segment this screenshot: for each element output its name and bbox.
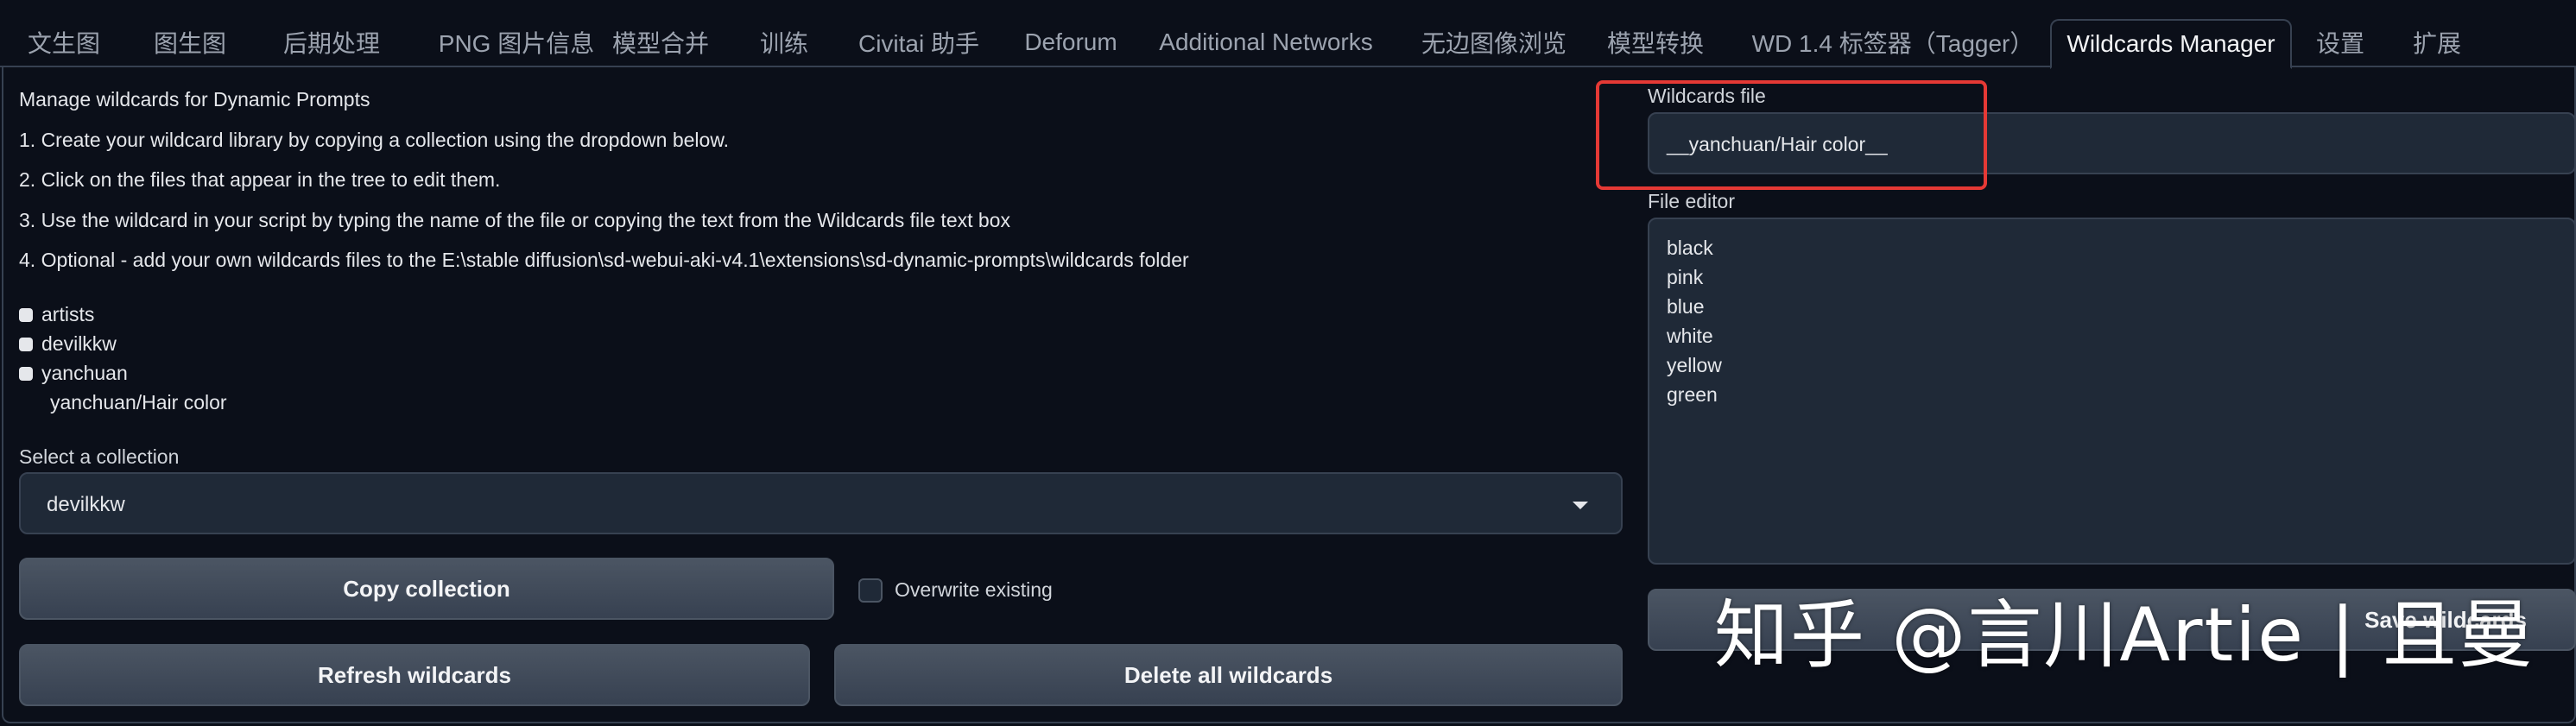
tab-deforum[interactable]: Deforum [1010, 16, 1131, 69]
file-line: green [1667, 383, 1718, 406]
tab-model-converter[interactable]: 模型转换 [1599, 16, 1712, 69]
tab-settings[interactable]: 设置 [2307, 16, 2373, 69]
tab-bar: 文生图 图生图 后期处理 PNG 图片信息 模型合并 训练 Civitai 助手… [0, 0, 2576, 69]
tree-bullet-icon [19, 366, 33, 381]
collection-label: Select a collection [19, 445, 180, 468]
collection-value: devilkkw [47, 493, 125, 516]
tab-tagger[interactable]: WD 1.4 标签器（Tagger） [1746, 16, 2040, 69]
delete-all-wildcards-button[interactable]: Delete all wildcards [834, 644, 1623, 706]
file-editor-label: File editor [1648, 190, 1735, 212]
tab-image-browser[interactable]: 无边图像浏览 [1408, 16, 1580, 69]
step-2-text: 2. Click on the files that appear in the… [19, 168, 501, 191]
tree-item-devilkkw[interactable]: devilkkw [19, 332, 117, 356]
file-line: blue [1667, 295, 1705, 318]
file-editor-textarea[interactable]: black pink blue white yellow green [1648, 218, 2576, 565]
file-line: yellow [1667, 354, 1722, 376]
tab-png-info[interactable]: PNG 图片信息 [413, 16, 620, 69]
file-line: black [1667, 237, 1713, 259]
wildcards-file-label: Wildcards file [1648, 85, 1766, 107]
tree-bullet-icon [19, 307, 33, 322]
tab-txt2img[interactable]: 文生图 [12, 16, 116, 69]
file-line: pink [1667, 266, 1704, 288]
step-1-text: 1. Create your wildcard library by copyi… [19, 129, 730, 151]
step-3-text: 3. Use the wildcard in your script by ty… [19, 209, 1010, 231]
tree-item-artists[interactable]: artists [19, 303, 94, 326]
collection-dropdown[interactable]: devilkkw [19, 472, 1623, 534]
tab-civitai-helper[interactable]: Civitai 助手 [850, 16, 988, 69]
copy-collection-button[interactable]: Copy collection [19, 558, 834, 620]
tree-bullet-icon [19, 337, 33, 351]
file-line: white [1667, 325, 1713, 347]
tab-wildcards-manager[interactable]: Wildcards Manager [2050, 19, 2292, 69]
tree-item-hair-color[interactable]: yanchuan/Hair color [50, 391, 227, 414]
tab-img2img[interactable]: 图生图 [138, 16, 242, 69]
tree-item-label: devilkkw [41, 332, 117, 355]
tab-train[interactable]: 训练 [750, 16, 819, 69]
tree-item-label: artists [41, 303, 95, 325]
intro-text: Manage wildcards for Dynamic Prompts [19, 88, 370, 110]
tab-extras[interactable]: 后期处理 [263, 16, 401, 69]
wildcards-file-field[interactable]: __yanchuan/Hair color__ [1648, 112, 2576, 174]
refresh-wildcards-button[interactable]: Refresh wildcards [19, 644, 810, 706]
watermark-text: 知乎 @言川Artie | 且曼 [1714, 592, 2535, 679]
overwrite-label: Overwrite existing [895, 578, 1053, 601]
tab-checkpoint-merger[interactable]: 模型合并 [604, 16, 717, 69]
caret-down-icon [1573, 502, 1588, 509]
tree-item-label: yanchuan [41, 362, 128, 384]
wildcards-file-value: __yanchuan/Hair color__ [1667, 133, 1888, 155]
step-4-text: 4. Optional - add your own wildcards fil… [19, 249, 1189, 271]
tab-additional-networks[interactable]: Additional Networks [1154, 16, 1378, 69]
overwrite-checkbox[interactable] [858, 578, 883, 603]
tree-item-yanchuan[interactable]: yanchuan [19, 362, 128, 385]
tab-extensions[interactable]: 扩展 [2404, 16, 2470, 69]
